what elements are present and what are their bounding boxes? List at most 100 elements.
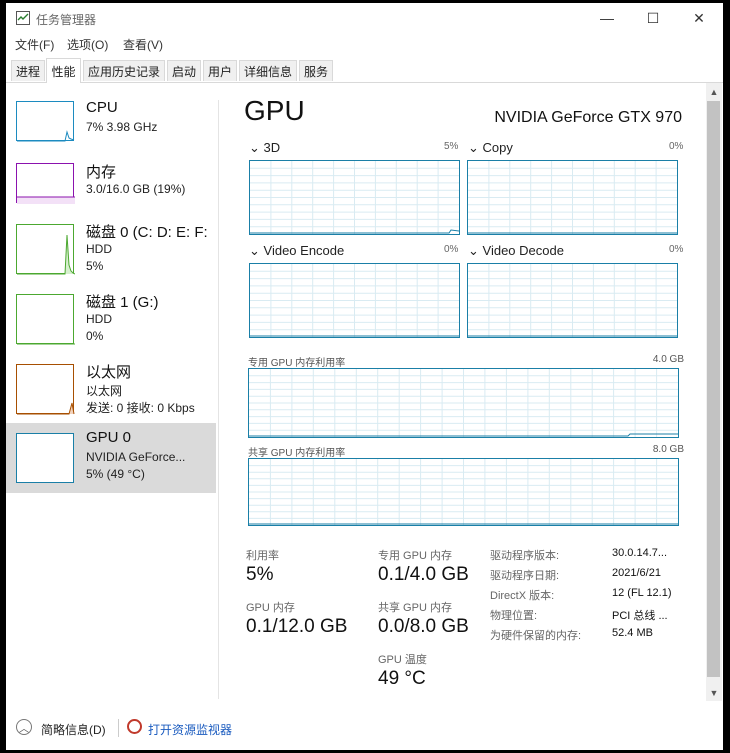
stat-temperature-label: GPU 温度	[378, 654, 427, 666]
resource-title: 磁盘 0 (C: D: E: F:	[86, 224, 208, 241]
shared-memory-graph-max: 8.0 GB	[652, 444, 684, 455]
minimize-button[interactable]: —	[584, 3, 630, 33]
tab-startup[interactable]: 启动	[167, 60, 201, 81]
disk-0-thumbnail-graph	[16, 224, 75, 275]
stat-utilization-value: 5%	[246, 564, 274, 585]
disk-1-thumbnail-graph	[16, 294, 75, 345]
info-driver-date-value: 2021/6/21	[612, 567, 661, 579]
engine-label: Video Encode	[263, 243, 345, 258]
ethernet-thumbnail-graph	[16, 364, 75, 415]
gpu-thumbnail-graph	[16, 433, 74, 483]
collapse-chevron-icon[interactable]: ︿	[16, 719, 32, 735]
resource-memory[interactable]: 内存 3.0/16.0 GB (19%)	[6, 155, 216, 217]
engine-3d-graph	[249, 160, 460, 235]
resource-title: 内存	[86, 164, 117, 181]
resource-title: GPU 0	[86, 429, 132, 446]
window-title: 任务管理器	[36, 13, 97, 27]
engine-label: Copy	[482, 140, 513, 155]
tab-performance[interactable]: 性能	[46, 58, 81, 83]
shared-memory-graph	[248, 458, 679, 526]
resource-detail-2: 5% (49 °C)	[86, 467, 145, 481]
engine-label: 3D	[263, 140, 281, 155]
vertical-scrollbar[interactable]: ▲ ▼	[706, 83, 722, 701]
maximize-button[interactable]: ☐	[630, 3, 676, 33]
stat-gpu-memory-value: 0.1/12.0 GB	[246, 616, 348, 637]
resource-monitor-icon	[127, 719, 142, 734]
resource-detail-2: 5%	[86, 259, 104, 273]
resource-detail: 以太网	[86, 384, 123, 398]
resource-cpu[interactable]: CPU 7% 3.98 GHz	[6, 93, 216, 155]
engine-copy-graph	[467, 160, 678, 235]
resource-gpu-0[interactable]: GPU 0 NVIDIA GeForce... 5% (49 °C)	[6, 423, 216, 493]
resource-title: 磁盘 1 (G:)	[86, 294, 159, 311]
tab-services[interactable]: 服务	[299, 60, 333, 81]
engine-copy-selector[interactable]: ⌄ Copy	[468, 140, 513, 156]
engine-label: Video Decode	[482, 243, 564, 258]
gpu-detail-panel: GPU NVIDIA GeForce GTX 970 ⌄ 3D 5% ⌄ Cop…	[241, 83, 686, 689]
footer-bar: ︿ 简略信息(D) 打开资源监视器	[6, 711, 723, 747]
info-directx-value: 12 (FL 12.1)	[612, 587, 672, 599]
close-button[interactable]: ✕	[676, 3, 722, 33]
resource-detail-2: 发送: 0 接收: 0 Kbps	[86, 401, 195, 415]
stat-temperature-value: 49 °C	[378, 668, 426, 689]
engine-percent: 0%	[444, 244, 459, 255]
pane-divider	[218, 100, 219, 699]
stat-shared-value: 0.0/8.0 GB	[378, 616, 469, 637]
engine-video-encode-graph	[249, 263, 460, 338]
footer-divider	[118, 719, 119, 737]
scrollbar-thumb[interactable]	[707, 101, 720, 677]
resource-detail-2: 0%	[86, 329, 104, 343]
info-reserved-memory-value: 52.4 MB	[612, 627, 653, 639]
menu-options[interactable]: 选项(O)	[67, 36, 108, 53]
info-directx-label: DirectX 版本:	[490, 590, 555, 602]
fewer-details-link[interactable]: 简略信息(D)	[41, 721, 106, 738]
gpu-model-name: NVIDIA GeForce GTX 970	[494, 109, 682, 126]
engine-percent: 0%	[669, 141, 684, 152]
engine-video-encode-selector[interactable]: ⌄ Video Encode	[249, 243, 344, 259]
cpu-thumbnail-graph	[16, 101, 75, 142]
tab-details[interactable]: 详细信息	[239, 60, 297, 81]
stat-dedicated-label: 专用 GPU 内存	[378, 550, 452, 562]
info-driver-version-label: 驱动程序版本:	[490, 550, 560, 562]
stat-shared-label: 共享 GPU 内存	[378, 602, 452, 614]
info-reserved-memory-label: 为硬件保留的内存:	[490, 630, 582, 642]
engine-video-decode-graph	[467, 263, 678, 338]
open-resource-monitor-link[interactable]: 打开资源监视器	[148, 721, 232, 738]
engine-percent: 0%	[669, 244, 684, 255]
tab-users[interactable]: 用户	[203, 60, 237, 81]
task-manager-icon	[16, 11, 30, 25]
tab-app-history[interactable]: 应用历史记录	[83, 60, 165, 81]
stat-dedicated-value: 0.1/4.0 GB	[378, 564, 469, 585]
resource-detail: 7% 3.98 GHz	[86, 120, 158, 134]
resource-ethernet[interactable]: 以太网 以太网 发送: 0 接收: 0 Kbps	[6, 355, 216, 417]
menu-file[interactable]: 文件(F)	[15, 36, 54, 53]
engine-video-decode-selector[interactable]: ⌄ Video Decode	[468, 243, 564, 259]
minimize-icon: —	[600, 10, 614, 26]
dedicated-memory-graph	[248, 368, 679, 438]
resource-list: CPU 7% 3.98 GHz 内存 3.0/16.0 GB (19%) 磁盘 …	[6, 83, 218, 680]
engine-3d-selector[interactable]: ⌄ 3D	[249, 140, 280, 156]
memory-thumbnail-graph	[16, 163, 75, 204]
scroll-down-icon[interactable]: ▼	[706, 685, 722, 701]
menu-view[interactable]: 查看(V)	[123, 36, 163, 53]
info-location-label: 物理位置:	[490, 610, 538, 622]
engine-percent: 5%	[444, 141, 459, 152]
resource-title: CPU	[86, 99, 118, 116]
scroll-up-icon[interactable]: ▲	[706, 84, 722, 100]
resource-detail: HDD	[86, 312, 112, 326]
resource-detail: HDD	[86, 242, 112, 256]
stat-utilization-label: 利用率	[246, 550, 279, 562]
title-bar: 任务管理器 — ☐ ✕	[6, 3, 723, 33]
dedicated-memory-graph-label: 专用 GPU 内存利用率	[248, 358, 346, 369]
resource-disk-1[interactable]: 磁盘 1 (G:) HDD 0%	[6, 285, 216, 347]
resource-disk-0[interactable]: 磁盘 0 (C: D: E: F: HDD 5%	[6, 215, 216, 277]
resource-title: 以太网	[86, 364, 132, 381]
dedicated-memory-graph-max: 4.0 GB	[652, 354, 684, 365]
close-icon: ✕	[693, 9, 705, 26]
info-driver-version-value: 30.0.14.7...	[612, 547, 668, 559]
resource-detail: 3.0/16.0 GB (19%)	[86, 182, 186, 196]
info-driver-date-label: 驱动程序日期:	[490, 570, 560, 582]
tab-processes[interactable]: 进程	[11, 60, 45, 81]
stat-gpu-memory-label: GPU 内存	[246, 602, 295, 614]
maximize-icon: ☐	[646, 9, 660, 26]
